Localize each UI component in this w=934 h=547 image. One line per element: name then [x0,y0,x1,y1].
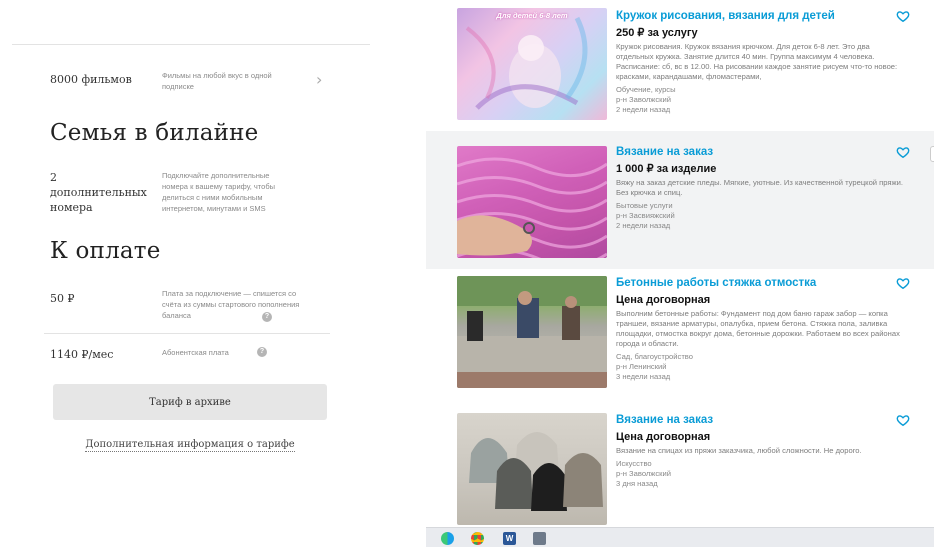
listing-posted: 3 дня назад [616,479,658,488]
listing-posted: 2 недели назад [616,105,671,114]
listing-card[interactable]: Вязание на заказ 1 000 ₽ за изделие Вяжу… [426,131,934,269]
listing-category: Сад, благоустройство [616,352,693,361]
listing-category: Бытовые услуги [616,201,673,210]
listing-price: 250 ₽ за услугу [616,27,698,39]
taskbar: W [426,527,934,547]
heart-icon[interactable] [896,276,910,290]
listing-title[interactable]: Вязание на заказ [616,413,906,427]
listing-image[interactable] [457,413,607,525]
listings-panel: Для детей 6-8 лет Кружок рисования, вяза… [426,0,934,547]
divider [44,333,330,334]
image-caption: Для детей 6-8 лет [496,11,568,20]
concrete-work-photo [457,276,607,388]
divider [12,44,370,45]
edge-icon[interactable] [441,532,454,545]
listing-price: Цена договорная [616,294,711,306]
films-row-label: 8000 фильмов [50,73,132,86]
listing-image[interactable]: Для детей 6-8 лет [457,8,607,120]
scroll-handle[interactable] [930,146,934,162]
listing-district: р-н Заволжский [616,469,671,478]
listing-category: Обучение, курсы [616,85,676,94]
listing-card[interactable]: Бетонные работы стяжка отмостка Цена дог… [426,270,934,405]
question-icon[interactable]: ? [262,312,272,322]
more-info-link-text[interactable]: Дополнительная информация о тарифе [85,439,295,452]
listing-price: Цена договорная [616,431,711,443]
listing-district: р-н Заволжский [616,95,671,104]
listing-description: Выполним бетонные работы: Фундамент под … [616,309,900,348]
listing-title[interactable]: Вязание на заказ [616,145,906,159]
calculator-icon[interactable] [533,532,546,545]
monthly-fee-value: 1140 ₽/мес [50,348,114,361]
listing-image[interactable] [457,146,607,258]
connection-fee-value: 50 ₽ [50,292,75,305]
listing-title[interactable]: Бетонные работы стяжка отмостка [616,276,906,290]
listing-district: р-н Засвияжский [616,211,675,220]
listing-price: 1 000 ₽ за изделие [616,163,717,175]
knitted-hats-photo [469,432,603,511]
listing-description: Кружок рисования. Кружок вязания крючком… [616,42,898,81]
listing-card[interactable]: Для детей 6-8 лет Кружок рисования, вяза… [426,0,934,128]
connection-fee-desc: Плата за подключение — спишется со счёта… [162,289,300,320]
heart-icon[interactable] [896,413,910,427]
word-icon[interactable]: W [503,532,516,545]
monthly-fee-desc: Абонентская плата [162,348,229,357]
listing-description: Вязание на спицах из пряжи заказчика, лю… [616,446,862,455]
listing-info: Вязание на заказ Цена договорная Вязание… [616,413,906,489]
listing-info: Бетонные работы стяжка отмостка Цена дог… [616,276,906,382]
heart-icon[interactable] [896,145,910,159]
payment-section-title: К оплате [50,238,161,264]
family-row-desc: Подключайте дополнительные номера к ваше… [162,171,276,213]
family-section-title: Семья в билайне [50,120,259,146]
listing-card[interactable]: Вязание на заказ Цена договорная Вязание… [426,408,934,527]
chevron-right-icon[interactable]: › [316,70,322,89]
films-row-desc: Фильмы на любой вкус в одной подписке [162,71,272,91]
chrome-icon[interactable] [471,532,484,545]
tariff-panel: 8000 фильмов Фильмы на любой вкус в одно… [0,0,370,547]
listing-info: Вязание на заказ 1 000 ₽ за изделие Вяжу… [616,145,906,231]
listing-category: Искусство [616,459,652,468]
heart-icon[interactable] [896,9,910,23]
listing-posted: 3 недели назад [616,372,671,381]
listing-image[interactable] [457,276,607,388]
family-row-label: 2 дополнительных номера [50,171,147,214]
listing-posted: 2 недели назад [616,221,671,230]
knitting-photo [457,157,607,258]
listing-title[interactable]: Кружок рисования, вязания для детей [616,9,906,23]
more-info-link[interactable]: Дополнительная информация о тарифе [0,439,380,452]
listing-description: Вяжу на заказ детские пледы. Мягкие, уют… [616,178,903,197]
tariff-archive-button[interactable]: Тариф в архиве [53,384,327,420]
question-icon[interactable]: ? [257,347,267,357]
listing-district: р-н Ленинский [616,362,667,371]
listing-info: Кружок рисования, вязания для детей 250 … [616,9,906,115]
drawing-illustration [465,16,588,110]
